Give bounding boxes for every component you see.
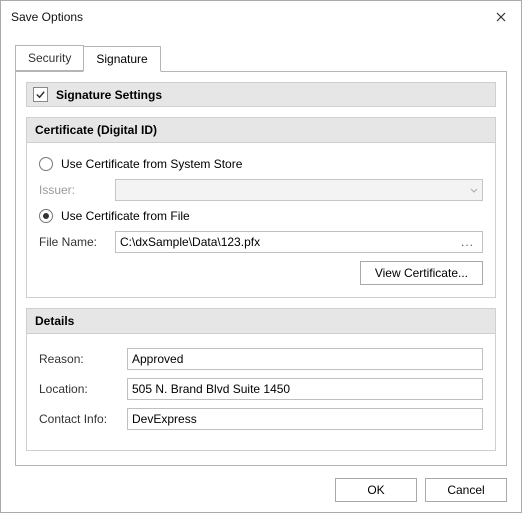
certificate-group: Certificate (Digital ID) Use Certificate… bbox=[26, 117, 496, 298]
details-group: Details Reason: Location: Contact Info: bbox=[26, 308, 496, 451]
cancel-button[interactable]: Cancel bbox=[425, 478, 507, 502]
contact-label: Contact Info: bbox=[39, 412, 119, 426]
tab-strip: Security Signature bbox=[15, 45, 507, 71]
radio-from-file[interactable]: Use Certificate from File bbox=[39, 209, 483, 223]
location-input[interactable] bbox=[132, 382, 478, 396]
tab-panel-signature: Signature Settings Certificate (Digital … bbox=[15, 71, 507, 466]
tab-signature[interactable]: Signature bbox=[83, 46, 160, 72]
tab-security[interactable]: Security bbox=[15, 45, 84, 71]
issuer-combo[interactable] bbox=[115, 179, 483, 201]
location-field-wrapper bbox=[127, 378, 483, 400]
filename-input[interactable] bbox=[120, 235, 457, 249]
view-certificate-button[interactable]: View Certificate... bbox=[360, 261, 483, 285]
reason-row: Reason: bbox=[39, 348, 483, 370]
window-title: Save Options bbox=[11, 10, 83, 24]
close-button[interactable] bbox=[489, 7, 513, 27]
filename-field-wrapper: ... bbox=[115, 231, 483, 253]
signature-settings-checkbox[interactable] bbox=[33, 87, 48, 102]
filename-row: File Name: ... bbox=[39, 231, 483, 253]
filename-label: File Name: bbox=[39, 235, 107, 249]
issuer-label: Issuer: bbox=[39, 183, 107, 197]
check-icon bbox=[35, 89, 46, 100]
certificate-group-body: Use Certificate from System Store Issuer… bbox=[27, 143, 495, 297]
radio-system-store-label: Use Certificate from System Store bbox=[61, 157, 242, 171]
ok-button[interactable]: OK bbox=[335, 478, 417, 502]
contact-input[interactable] bbox=[132, 412, 478, 426]
contact-row: Contact Info: bbox=[39, 408, 483, 430]
location-label: Location: bbox=[39, 382, 119, 396]
browse-button[interactable]: ... bbox=[457, 235, 478, 249]
radio-system-store[interactable]: Use Certificate from System Store bbox=[39, 157, 483, 171]
dialog-footer: OK Cancel bbox=[335, 478, 507, 502]
signature-settings-header: Signature Settings bbox=[26, 82, 496, 107]
titlebar: Save Options bbox=[1, 1, 521, 33]
chevron-down-icon bbox=[470, 183, 478, 197]
reason-field-wrapper bbox=[127, 348, 483, 370]
reason-label: Reason: bbox=[39, 352, 119, 366]
details-group-body: Reason: Location: Contact Info: bbox=[27, 334, 495, 450]
view-cert-row: View Certificate... bbox=[39, 261, 483, 285]
certificate-group-header: Certificate (Digital ID) bbox=[27, 118, 495, 143]
issuer-row: Issuer: bbox=[39, 179, 483, 201]
radio-from-file-label: Use Certificate from File bbox=[61, 209, 190, 223]
signature-settings-label: Signature Settings bbox=[56, 88, 162, 102]
close-icon bbox=[496, 12, 506, 22]
location-row: Location: bbox=[39, 378, 483, 400]
contact-field-wrapper bbox=[127, 408, 483, 430]
radio-icon bbox=[39, 209, 53, 223]
content-area: Security Signature Signature Settings Ce… bbox=[1, 33, 521, 466]
details-group-header: Details bbox=[27, 309, 495, 334]
radio-icon bbox=[39, 157, 53, 171]
reason-input[interactable] bbox=[132, 352, 478, 366]
